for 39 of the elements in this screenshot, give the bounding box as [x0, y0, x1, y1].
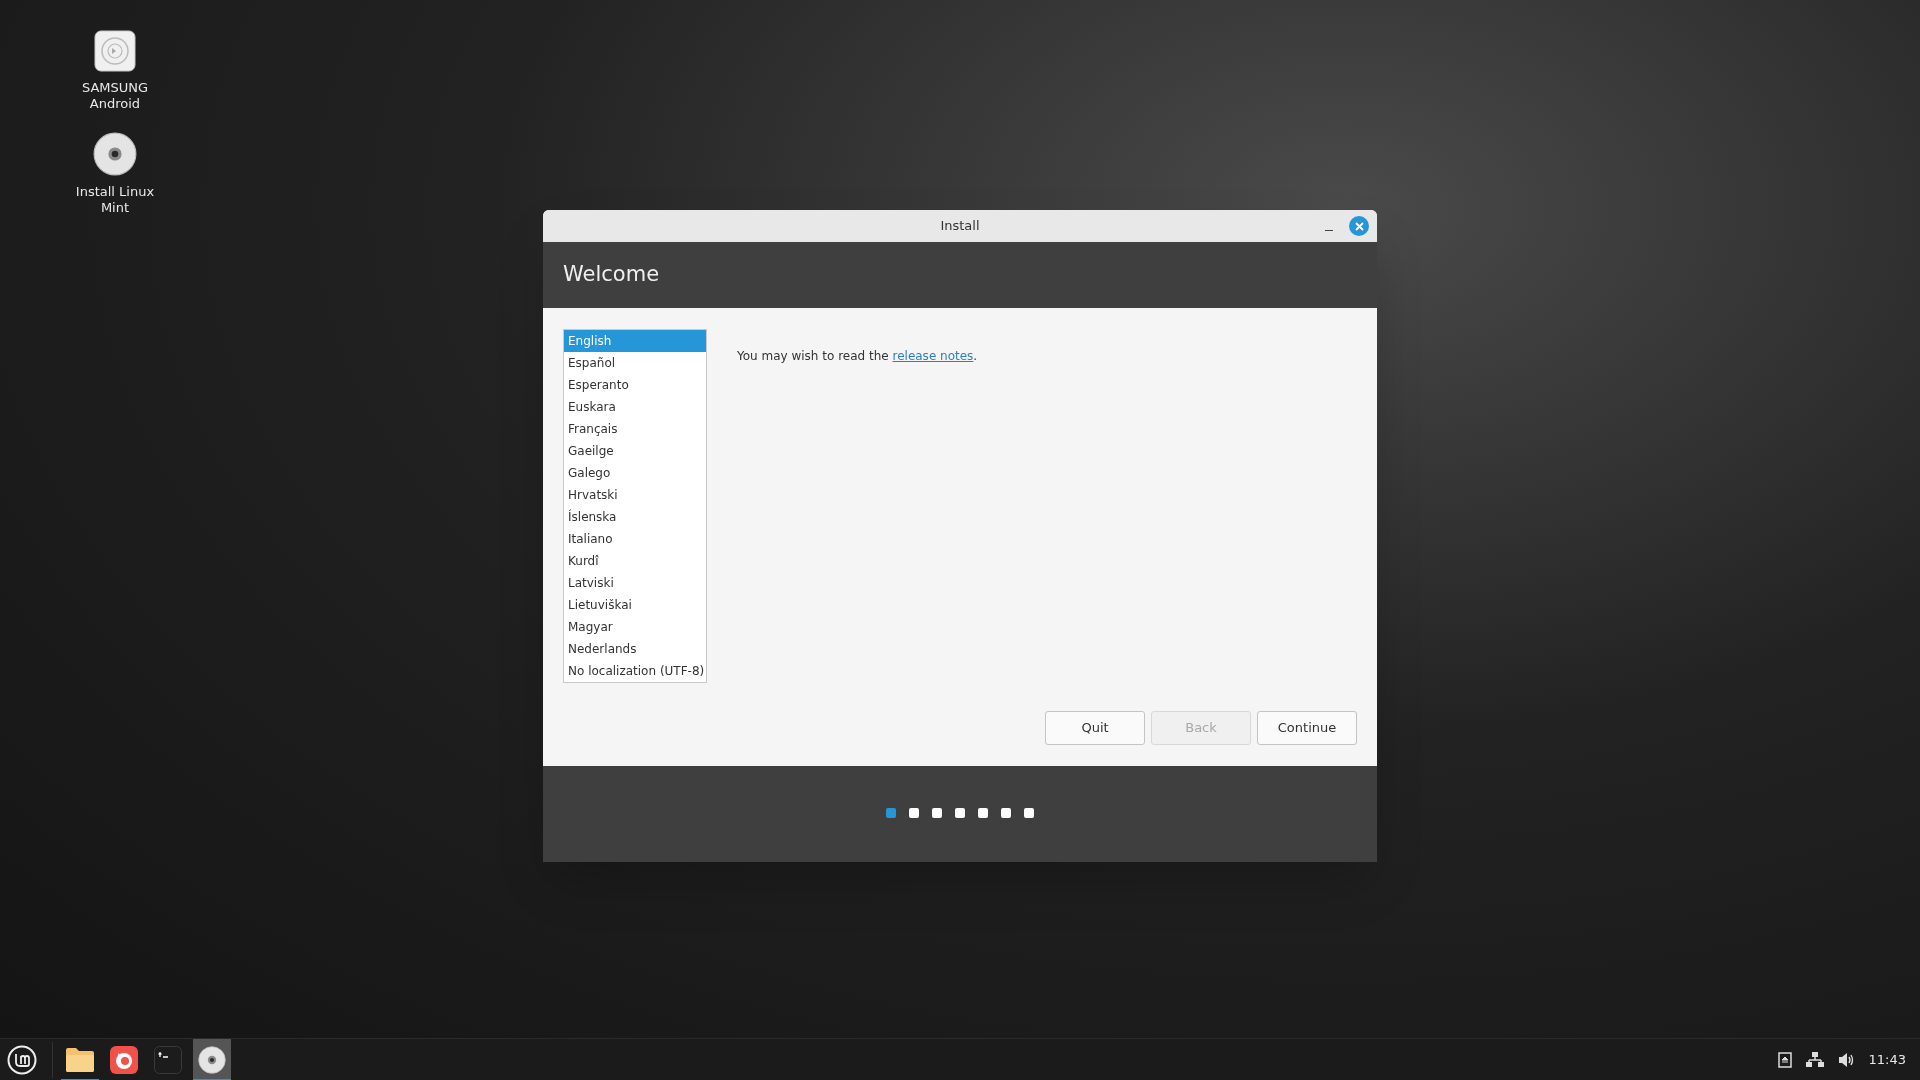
language-item[interactable]: Español [564, 352, 706, 374]
page-heading: Welcome [563, 261, 660, 289]
taskbar-app[interactable] [193, 1038, 231, 1080]
language-item[interactable]: Íslenska [564, 506, 706, 528]
mint-logo-icon [7, 1044, 37, 1075]
desktop-icon-label[interactable]: Install Linux Mint [70, 184, 160, 216]
disc-icon [198, 1045, 226, 1074]
running-indicator [61, 1078, 99, 1080]
folder-icon [65, 1046, 95, 1073]
language-item[interactable]: Latviski [564, 572, 706, 594]
disc-icon [93, 132, 137, 176]
language-item[interactable]: Euskara [564, 396, 706, 418]
fox-browser-icon [110, 1045, 138, 1074]
dialog-button[interactable]: Quit [1045, 711, 1145, 745]
volume-icon [1837, 1051, 1855, 1068]
language-item[interactable]: Galego [564, 462, 706, 484]
eject-drive-icon [1777, 1051, 1792, 1068]
close-icon [1354, 221, 1364, 231]
terminal-icon [154, 1045, 182, 1074]
language-item[interactable]: Français [564, 418, 706, 440]
language-item[interactable]: Magyar [564, 616, 706, 638]
language-item[interactable]: Esperanto [564, 374, 706, 396]
language-item[interactable]: Kurdî [564, 550, 706, 572]
language-item[interactable]: Italiano [564, 528, 706, 550]
dialog-button[interactable]: Continue [1257, 711, 1357, 745]
language-item[interactable]: Nederlands [564, 638, 706, 660]
network-icon [1805, 1051, 1824, 1068]
release-notes-message: You may wish to read the release notes. [737, 348, 978, 363]
clock[interactable]: 11:43 [1868, 1049, 1906, 1070]
language-item[interactable]: Lietuviškai [564, 594, 706, 616]
running-indicator [193, 1078, 231, 1080]
language-item[interactable]: No localization (UTF-8) [564, 660, 706, 682]
media-player-icon [94, 30, 136, 72]
window-title: Install [940, 217, 980, 236]
language-item[interactable]: Gaeilge [564, 440, 706, 462]
desktop-icon-label[interactable]: SAMSUNG Android [70, 80, 160, 112]
language-item[interactable]: Hrvatski [564, 484, 706, 506]
close-button[interactable] [1349, 216, 1369, 236]
minimize-icon [1325, 229, 1333, 231]
